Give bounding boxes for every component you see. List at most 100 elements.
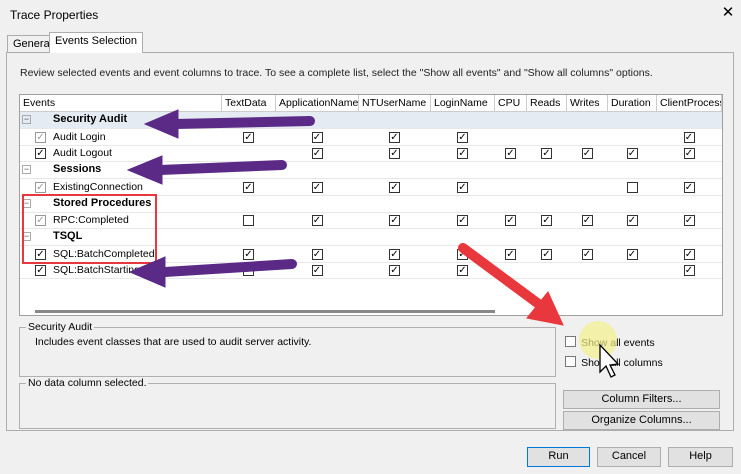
column-checkbox[interactable]: ✓ <box>626 248 638 260</box>
column-checkbox[interactable]: ✓ <box>389 131 400 143</box>
column-checkbox[interactable]: ✓ <box>457 215 468 227</box>
event-group-row[interactable]: − TSQL <box>20 228 722 246</box>
column-header[interactable]: Duration <box>608 95 657 112</box>
column-checkbox[interactable]: ✓ <box>505 248 516 260</box>
column-header[interactable]: Reads <box>527 95 567 112</box>
event-row[interactable]: ✓ ExistingConnection ✓ ✓ ✓ ✓ ✓ <box>20 179 722 196</box>
event-info-box: Security Audit Includes event classes th… <box>19 321 556 377</box>
column-checkbox[interactable]: ✓ <box>389 181 400 193</box>
group-label: TSQL <box>53 229 83 242</box>
column-info-box: No data column selected. <box>19 377 556 429</box>
grid-header: Events TextData ApplicationName NTUserName L… <box>20 95 722 112</box>
close-icon[interactable]: ✕ <box>718 3 738 21</box>
event-checkbox[interactable]: ✓ <box>35 215 46 227</box>
column-header[interactable]: Events <box>20 95 222 112</box>
checkbox-icon[interactable] <box>565 356 576 367</box>
column-header[interactable]: NTUserName <box>359 95 431 112</box>
group-label: Security Audit <box>53 113 128 125</box>
group-label: Sessions <box>53 163 102 176</box>
column-checkbox[interactable]: ✓ <box>389 265 400 277</box>
event-row[interactable]: ✓ SQL:BatchCompleted ✓ ✓ ✓ ✓ ✓ ✓ ✓ ✓ ✓ <box>20 246 722 263</box>
instructions-text: Review selected events and event columns… <box>20 67 653 79</box>
event-group-row[interactable]: − Sessions <box>20 162 722 180</box>
event-group-row[interactable]: − Security Audit <box>20 112 722 129</box>
event-checkbox[interactable]: ✓ <box>35 265 46 277</box>
help-button[interactable]: Help <box>668 447 733 467</box>
column-checkbox[interactable]: ✓ <box>311 248 323 260</box>
event-info-text: Includes event classes that are used to … <box>35 336 312 348</box>
column-checkbox[interactable] <box>626 181 638 193</box>
column-checkbox[interactable]: ✓ <box>311 181 323 193</box>
column-checkbox[interactable]: ✓ <box>683 248 695 260</box>
cancel-button[interactable]: Cancel <box>597 447 661 467</box>
column-checkbox[interactable]: ✓ <box>311 131 323 143</box>
column-filters-button[interactable]: Column Filters... <box>563 390 720 409</box>
event-row[interactable]: ✓ Audit Login ✓ ✓ ✓ ✓ ✓ <box>20 129 722 146</box>
column-checkbox[interactable]: ✓ <box>626 148 638 160</box>
tab-events-selection[interactable]: Events Selection <box>49 32 143 53</box>
event-group-row[interactable]: − Stored Procedures <box>20 195 722 213</box>
column-header[interactable]: ApplicationName <box>276 95 359 112</box>
show-all-events-checkbox[interactable]: Show all events <box>565 335 655 349</box>
checkbox-icon[interactable] <box>565 336 576 347</box>
collapse-icon[interactable]: − <box>22 231 31 241</box>
event-row[interactable]: ✓ RPC:Completed ✓ ✓ ✓ ✓ ✓ ✓ ✓ ✓ <box>20 212 722 230</box>
column-checkbox[interactable]: ✓ <box>311 148 323 160</box>
column-checkbox[interactable]: ✓ <box>683 265 695 277</box>
column-checkbox[interactable]: ✓ <box>541 148 552 160</box>
column-checkbox[interactable]: ✓ <box>683 148 695 160</box>
column-checkbox[interactable]: ✓ <box>389 248 400 260</box>
event-info-title: Security Audit <box>26 321 95 333</box>
event-checkbox[interactable]: ✓ <box>35 131 46 143</box>
run-button[interactable]: Run <box>527 447 590 467</box>
column-checkbox[interactable]: ✓ <box>683 181 695 193</box>
event-checkbox[interactable]: ✓ <box>35 248 46 260</box>
column-checkbox[interactable]: ✓ <box>505 215 516 227</box>
column-checkbox[interactable]: ✓ <box>243 248 254 260</box>
column-checkbox[interactable]: ✓ <box>683 215 695 227</box>
column-checkbox[interactable]: ✓ <box>541 215 552 227</box>
column-checkbox[interactable]: ✓ <box>457 131 468 143</box>
column-checkbox[interactable]: ✓ <box>311 265 323 277</box>
column-header[interactable]: ClientProcessI <box>657 95 722 112</box>
column-checkbox[interactable]: ✓ <box>581 148 593 160</box>
column-checkbox[interactable]: ✓ <box>243 265 254 277</box>
column-checkbox[interactable]: ✓ <box>243 181 254 193</box>
column-checkbox[interactable]: ✓ <box>457 265 468 277</box>
column-checkbox[interactable]: ✓ <box>457 181 468 193</box>
column-checkbox[interactable]: ✓ <box>581 215 593 227</box>
column-header[interactable]: LoginName <box>431 95 495 112</box>
column-checkbox[interactable]: ✓ <box>581 248 593 260</box>
column-checkbox[interactable]: ✓ <box>457 148 468 160</box>
column-checkbox[interactable]: ✓ <box>311 215 323 227</box>
organize-columns-button[interactable]: Organize Columns... <box>563 411 720 430</box>
column-info-title: No data column selected. <box>26 377 149 389</box>
event-row[interactable]: ✓ SQL:BatchStarting ✓ ✓ ✓ ✓ ✓ <box>20 262 722 280</box>
event-label: Audit Logout <box>53 147 112 160</box>
collapse-icon[interactable]: − <box>22 198 31 208</box>
window-title: Trace Properties <box>10 8 99 22</box>
column-checkbox[interactable]: ✓ <box>243 131 254 143</box>
column-checkbox[interactable]: ✓ <box>541 248 552 260</box>
events-grid[interactable]: Events TextData ApplicationName NTUserName L… <box>19 94 723 316</box>
collapse-icon[interactable]: − <box>22 115 31 124</box>
show-all-columns-checkbox[interactable]: Show all columns <box>565 355 663 369</box>
event-label: SQL:BatchStarting <box>53 264 140 277</box>
column-checkbox[interactable]: ✓ <box>389 148 400 160</box>
column-checkbox[interactable]: ✓ <box>389 215 400 227</box>
column-checkbox[interactable]: ✓ <box>457 248 468 260</box>
event-label: ExistingConnection <box>53 180 143 193</box>
collapse-icon[interactable]: − <box>22 165 31 175</box>
event-row[interactable]: ✓ Audit Logout ✓ ✓ ✓ ✓ ✓ ✓ ✓ ✓ <box>20 145 722 163</box>
column-header[interactable]: TextData <box>222 95 276 112</box>
column-checkbox[interactable] <box>243 215 254 227</box>
column-checkbox[interactable]: ✓ <box>626 215 638 227</box>
column-header[interactable]: Writes <box>567 95 608 112</box>
event-checkbox[interactable]: ✓ <box>35 181 46 193</box>
event-label: Audit Login <box>53 130 106 143</box>
horizontal-scrollbar[interactable] <box>35 310 495 313</box>
column-checkbox[interactable]: ✓ <box>683 131 695 143</box>
column-checkbox[interactable]: ✓ <box>505 148 516 160</box>
event-checkbox[interactable]: ✓ <box>35 148 46 160</box>
column-header[interactable]: CPU <box>495 95 527 112</box>
